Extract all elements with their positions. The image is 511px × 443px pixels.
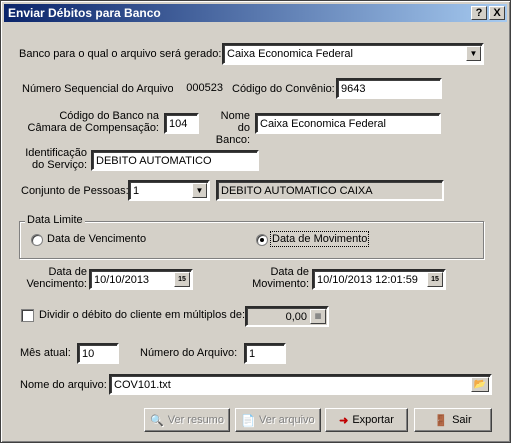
codigo-banco-field[interactable]: 104 [164,113,199,134]
ver-resumo-button[interactable]: 🔍 Ver resumo [144,408,230,432]
chevron-down-icon[interactable]: ▼ [192,183,207,198]
mes-atual-label: Mês atual: [20,347,71,359]
data-movimento-field[interactable]: 10/10/2013 12:01:59 15 [312,269,446,290]
data-movimento-value: 10/10/2013 12:01:59 [317,274,418,286]
data-vencimento-value: 10/10/2013 [94,274,150,286]
magnifier-icon: 🔍 [150,414,164,427]
chevron-down-icon[interactable]: ▼ [466,46,481,61]
ver-arquivo-label: Ver arquivo [259,414,315,426]
dividir-field: 0,00 ▦ [245,306,329,327]
document-icon: 📄 [241,414,256,427]
banco-select-value: Caixa Economica Federal [227,48,353,60]
convenio-label: Código do Convênio: [232,83,335,95]
exit-door-icon: 🚪 [434,414,449,427]
data-limite-legend: Data Limite [25,214,85,226]
data-vencimento-field[interactable]: 10/10/2013 15 [89,269,193,290]
ver-resumo-label: Ver resumo [167,414,224,426]
mes-atual-field[interactable]: 10 [77,343,119,364]
data-movimento-label: Data de Movimento: [252,266,309,290]
banco-label: Banco para o qual o arquivo será gerado: [19,48,222,60]
nome-arquivo-field[interactable]: COV101.txt 📂 [109,374,492,395]
servico-label: Identificação do Serviço: [25,147,87,171]
dividir-value: 0,00 [285,311,307,323]
ver-arquivo-button[interactable]: 📄 Ver arquivo [235,408,321,432]
conjunto-select[interactable]: 1 ▼ [128,180,210,201]
close-button[interactable]: X [489,6,505,20]
exportar-label: Exportar [352,414,394,426]
exportar-button[interactable]: ➜ Exportar [325,408,408,432]
convenio-field[interactable]: 9643 [336,78,442,99]
title-bar: Enviar Débitos para Banco ? X [4,4,507,22]
dialog-window: Enviar Débitos para Banco ? X Banco para… [0,0,511,443]
codigo-banco-label: Código do Banco na Câmara de Compensação… [27,110,159,134]
help-button[interactable]: ? [471,6,487,20]
sequencial-value: 000523 [173,79,223,100]
nome-arquivo-label: Nome do arquivo: [20,379,107,391]
servico-field[interactable]: DEBITO AUTOMATICO [91,150,259,171]
radio-data-movimento[interactable] [256,234,268,246]
nome-banco-field[interactable]: Caixa Economica Federal [255,113,441,134]
dividir-label[interactable]: Dividir o débito do cliente em múltiplos… [39,309,245,321]
conjunto-label: Conjunto de Pessoas: [21,185,129,197]
calendar-icon[interactable]: 15 [174,272,190,287]
sair-label: Sair [452,414,472,426]
numero-arquivo-label: Número do Arquivo: [140,347,238,359]
sequencial-label: Número Sequencial do Arquivo: [22,83,177,95]
dividir-checkbox[interactable] [21,309,34,322]
radio-data-movimento-label[interactable]: Data de Movimento [269,231,370,247]
conjunto-select-value: 1 [133,185,140,197]
banco-select[interactable]: Caixa Economica Federal ▼ [222,43,484,65]
nome-banco-label: Nome do Banco: [215,110,250,146]
data-vencimento-label: Data de Vencimento: [26,266,87,290]
numero-arquivo-field[interactable]: 1 [244,343,286,364]
export-arrow-icon: ➜ [339,414,349,427]
sair-button[interactable]: 🚪 Sair [414,408,492,432]
folder-open-icon[interactable]: 📂 [471,377,489,392]
calendar-icon[interactable]: 15 [427,272,443,287]
nome-arquivo-value: COV101.txt [114,379,171,391]
radio-data-vencimento-label[interactable]: Data de Vencimento [47,233,146,245]
conjunto-description: DEBITO AUTOMATICO CAIXA [216,180,444,201]
calculator-icon: ▦ [310,309,326,324]
radio-data-vencimento[interactable] [31,234,43,246]
window-title: Enviar Débitos para Banco [8,6,161,20]
